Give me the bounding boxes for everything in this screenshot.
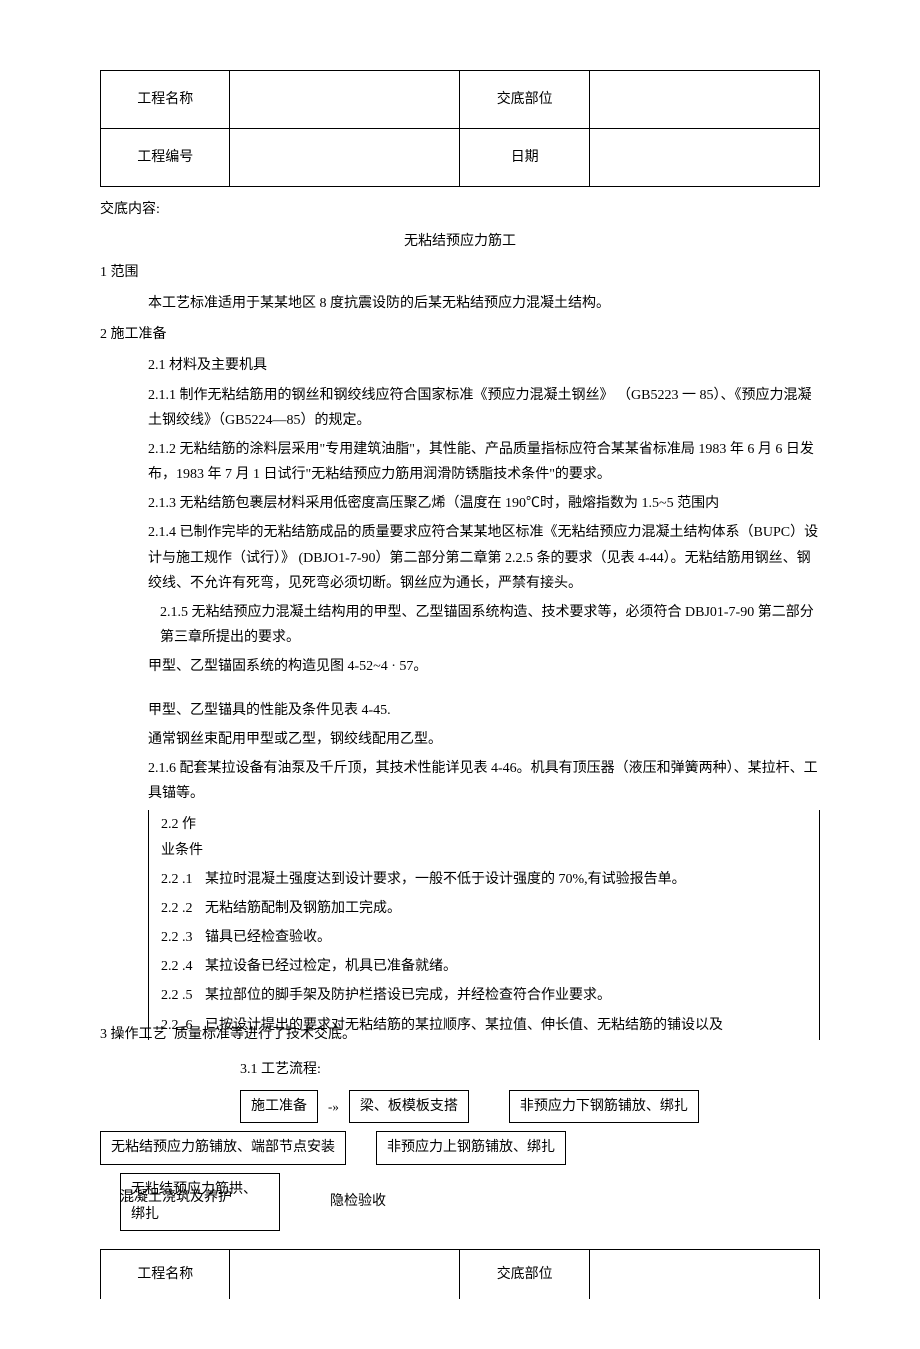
- disclosure-part-value: [589, 71, 819, 129]
- section-2-heading: 2 施工准备: [100, 322, 820, 347]
- header-table: 工程名称 交底部位 工程编号 日期: [100, 70, 820, 187]
- list-text: 无粘结筋配制及钢筋加工完成。: [205, 896, 819, 921]
- flow-row-2: 无粘结预应力筋铺放、端部节点安装 非预应力上钢筋铺放、绑扎: [100, 1131, 820, 1164]
- list-num: 2.2 .2: [161, 896, 205, 921]
- flow-box-unbonded-place: 无粘结预应力筋铺放、端部节点安装: [100, 1131, 346, 1164]
- main-title: 无粘结预应力筋工: [100, 229, 820, 254]
- footer-disclosure-part-label: 交底部位: [460, 1249, 589, 1299]
- flow-overlay-pour: 混凝土浇筑及养护: [120, 1185, 232, 1210]
- list-heading-num: 2.2 作业条件: [161, 812, 205, 862]
- list-text: 某拉时混凝土强度达到设计要求，一般不低于设计强度的 70%,有试验报告单。: [205, 867, 819, 892]
- list-item: 2.2 .3 锚具已经检查验收。: [149, 923, 819, 952]
- list-text: 某拉部位的脚手架及防护栏搭设已完成，并经检查符合作业要求。: [205, 983, 819, 1008]
- list-num: 2.2 .3: [161, 925, 205, 950]
- flow-box-prep: 施工准备: [240, 1090, 318, 1123]
- section-3-heading-row: 3 操作工艺 质量标准等进行了技术交底。: [100, 1022, 820, 1047]
- flow-container: 3.1 工艺流程: 施工准备 -» 梁、板模板支搭 非预应力下钢筋铺放、绑扎 无…: [100, 1057, 820, 1231]
- footer-table: 工程名称 交底部位: [100, 1249, 820, 1299]
- flow-box-upper-rebar: 非预应力上钢筋铺放、绑扎: [376, 1131, 566, 1164]
- list-text: 某拉设备已经过检定，机具已准备就绪。: [205, 954, 819, 979]
- list-item: 2.2 .4 某拉设备已经过检定，机具已准备就绪。: [149, 952, 819, 981]
- disclosure-content-label: 交底内容:: [100, 197, 820, 222]
- section-2-1-3: 2.1.3 无粘结筋包裹层材料采用低密度高压聚乙烯（温度在 190℃时，融熔指数…: [100, 491, 820, 516]
- section-2-1-5: 2.1.5 无粘结预应力混凝土结构用的甲型、乙型锚固系统构造、技术要求等，必须符…: [100, 600, 820, 650]
- table-row: 工程名称 交底部位: [101, 71, 820, 129]
- section-2-2-6-continue: 质量标准等进行了技术交底。: [174, 1027, 356, 1042]
- footer-project-name-label: 工程名称: [101, 1249, 230, 1299]
- section-2-2-list: 2.2 作业条件 2.2 .1 某拉时混凝土强度达到设计要求，一般不低于设计强度…: [148, 810, 820, 1040]
- table-row: 工程编号 日期: [101, 129, 820, 187]
- flow-box-lower-rebar: 非预应力下钢筋铺放、绑扎: [509, 1090, 699, 1123]
- project-number-label: 工程编号: [101, 129, 230, 187]
- project-number-value: [230, 129, 460, 187]
- section-2-1-2: 2.1.2 无粘结筋的涂料层采用"专用建筑油脂"，其性能、产品质量指标应符合某某…: [100, 437, 820, 487]
- disclosure-part-label: 交底部位: [460, 71, 589, 129]
- list-text: 锚具已经检查验收。: [205, 925, 819, 950]
- section-2-1-4: 2.1.4 已制作完毕的无粘结筋成品的质量要求应符合某某地区标准《无粘结预应力混…: [100, 520, 820, 596]
- flow-inspection: 隐检验收: [330, 1189, 386, 1214]
- flow-label: 3.1 工艺流程:: [100, 1057, 820, 1082]
- section-2-1-1: 2.1.1 制作无粘结筋用的钢丝和钢绞线应符合国家标准《预应力混凝土钢丝》 （G…: [100, 383, 820, 433]
- table-row: 工程名称 交底部位: [101, 1249, 820, 1299]
- project-name-value: [230, 71, 460, 129]
- section-2-1-5-sub1: 甲型、乙型锚固系统的构造见图 4-52~4 · 57。: [100, 654, 820, 679]
- flow-box-formwork: 梁、板模板支搭: [349, 1090, 469, 1123]
- list-num: 2.2 .4: [161, 954, 205, 979]
- flow-row-1: 施工准备 -» 梁、板模板支搭 非预应力下钢筋铺放、绑扎: [100, 1090, 820, 1123]
- list-item: 2.2 .1 某拉时混凝土强度达到设计要求，一般不低于设计强度的 70%,有试验…: [149, 865, 819, 894]
- arrow-icon: -»: [328, 1095, 339, 1118]
- date-value: [589, 129, 819, 187]
- footer-disclosure-part-value: [589, 1249, 819, 1299]
- list-item: 2.2 .2 无粘结筋配制及钢筋加工完成。: [149, 894, 819, 923]
- section-3-heading: 3 操作工艺: [100, 1027, 167, 1042]
- section-2-1-5-sub3: 通常钢丝束配用甲型或乙型，钢绞线配用乙型。: [100, 727, 820, 752]
- date-label: 日期: [460, 129, 589, 187]
- section-2-1-5-sub2: 甲型、乙型锚具的性能及条件见表 4-45.: [100, 698, 820, 723]
- section-2-1: 2.1 材料及主要机具: [100, 353, 820, 378]
- flow-row-3: 无粘结预应力筋拱、绑扎 混凝土浇筑及养护 隐检验收: [100, 1173, 820, 1231]
- project-name-label: 工程名称: [101, 71, 230, 129]
- footer-project-name-value: [230, 1249, 460, 1299]
- list-num: 2.2 .1: [161, 867, 205, 892]
- section-1-p1: 本工艺标准适用于某某地区 8 度抗震设防的后某无粘结预应力混凝土结构。: [100, 291, 820, 316]
- section-2-1-6: 2.1.6 配套某拉设备有油泵及千斤顶，其技术性能详见表 4-46。机具有顶压器…: [100, 756, 820, 806]
- section-1-heading: 1 范围: [100, 260, 820, 285]
- footer-table-wrapper: 工程名称 交底部位: [100, 1249, 820, 1299]
- list-item: 2.2 .5 某拉部位的脚手架及防护栏搭设已完成，并经检查符合作业要求。: [149, 981, 819, 1010]
- list-num: 2.2 .5: [161, 983, 205, 1008]
- list-item: 2.2 作业条件: [149, 810, 819, 864]
